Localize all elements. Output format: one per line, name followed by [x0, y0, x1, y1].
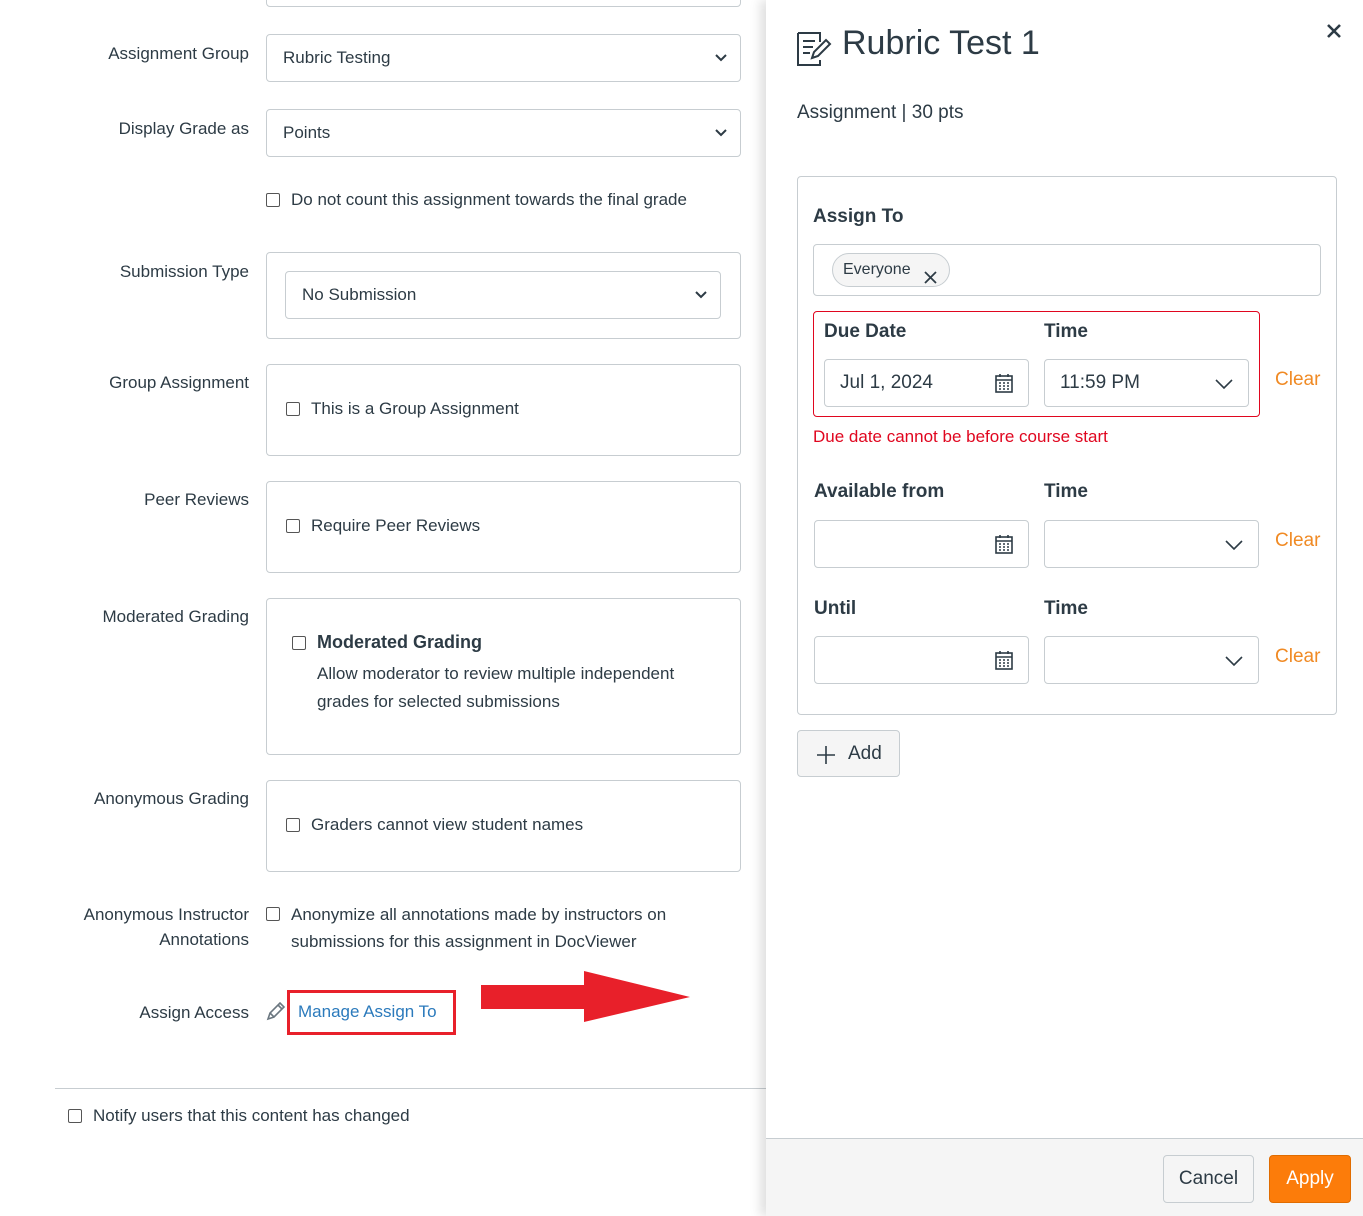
anon-annotations-checkbox-row[interactable]: Anonymize all annotations made by instru… [266, 902, 666, 955]
assign-access-label: Assign Access [139, 1003, 249, 1022]
manage-assign-to-link[interactable]: Manage Assign To [298, 999, 437, 1024]
due-date-label: Due Date [824, 321, 907, 342]
assignment-group-value: Rubric Testing [283, 48, 391, 67]
due-time-select[interactable]: 11:59 PM [1044, 359, 1249, 407]
anonymous-grading-label: Anonymous Grading [94, 789, 249, 808]
moderated-grading-checkbox-label: Moderated Grading [317, 632, 483, 652]
until-clear-link[interactable]: Clear [1275, 646, 1320, 668]
available-time-select[interactable] [1044, 520, 1259, 568]
assign-to-label: Assign To [813, 206, 904, 227]
until-time-select[interactable] [1044, 636, 1259, 684]
until-input[interactable] [814, 636, 1029, 684]
anon-annotations-text-line2: submissions for this assignment in DocVi… [291, 932, 637, 951]
assignee-pill: Everyone [832, 253, 950, 287]
cancel-button[interactable]: Cancel [1163, 1155, 1254, 1203]
anon-annotations-label: Anonymous Instructor Annotations [84, 902, 249, 952]
no-count-checkbox[interactable] [266, 192, 280, 207]
available-from-input[interactable] [814, 520, 1029, 568]
clipped-field[interactable] [266, 0, 741, 7]
available-from-label: Available from [814, 481, 945, 502]
due-date-error-message: Due date cannot be before course start [813, 427, 1108, 446]
anon-annotations-label-line1: Anonymous Instructor [83, 905, 249, 924]
anonymous-grading-checkbox[interactable] [286, 817, 300, 832]
available-from-clear-link[interactable]: Clear [1275, 530, 1320, 552]
close-icon[interactable] [1325, 22, 1343, 40]
chevron-down-icon [1224, 654, 1244, 667]
moderated-grading-checkbox-row[interactable]: Moderated Grading [292, 630, 482, 655]
anonymous-grading-checkbox-row[interactable]: Graders cannot view student names [286, 812, 583, 837]
remove-x-icon[interactable] [923, 264, 937, 284]
group-assignment-label: Group Assignment [109, 373, 249, 392]
available-time-label: Time [1044, 481, 1089, 502]
assignment-edit-icon [796, 30, 832, 68]
calendar-icon[interactable] [995, 650, 1013, 670]
display-grade-value: Points [283, 123, 331, 142]
annotation-arrow [481, 971, 690, 1022]
until-time-label: Time [1044, 598, 1089, 619]
due-date-clear-link[interactable]: Clear [1275, 369, 1320, 391]
due-date-value: Jul 1, 2024 [840, 372, 933, 393]
chevron-down-icon [694, 272, 708, 318]
due-time-label: Time [1044, 321, 1089, 342]
due-date-input[interactable]: Jul 1, 2024 [824, 359, 1029, 407]
assignee-pill-label: Everyone [843, 261, 911, 278]
moderated-grading-checkbox[interactable] [292, 635, 306, 650]
add-button[interactable]: Add [797, 730, 900, 777]
assignment-group-label: Assignment Group [108, 44, 249, 63]
notify-checkbox[interactable] [68, 1108, 82, 1123]
peer-reviews-checkbox-row[interactable]: Require Peer Reviews [286, 513, 480, 538]
calendar-icon[interactable] [995, 373, 1013, 393]
display-grade-label: Display Grade as [118, 119, 249, 138]
notify-checkbox-row[interactable]: Notify users that this content has chang… [68, 1103, 410, 1128]
anon-annotations-checkbox-label: Anonymize all annotations made by instru… [291, 901, 666, 955]
anon-annotations-text-line1: Anonymize all annotations made by instru… [291, 905, 667, 924]
tray-title: Rubric Test 1 [842, 24, 1040, 62]
assign-to-tray: Rubric Test 1 Assignment | 30 pts Assign… [766, 0, 1363, 1216]
anon-annotations-label-line2: Annotations [159, 930, 249, 949]
assign-to-input[interactable]: Everyone [813, 244, 1321, 296]
plus-icon [816, 745, 836, 765]
until-label: Until [814, 598, 857, 619]
submission-type-label: Submission Type [119, 262, 249, 281]
group-assignment-checkbox-label: This is a Group Assignment [311, 399, 519, 418]
add-button-label: Add [848, 743, 882, 764]
chevron-down-icon [714, 110, 728, 156]
moderated-grading-label: Moderated Grading [102, 607, 249, 626]
assignment-group-select[interactable]: Rubric Testing [266, 34, 741, 82]
due-time-value: 11:59 PM [1060, 372, 1140, 393]
submission-type-value: No Submission [302, 285, 417, 304]
peer-reviews-checkbox[interactable] [286, 518, 300, 533]
chevron-down-icon [1224, 538, 1244, 551]
anonymous-grading-checkbox-label: Graders cannot view student names [311, 815, 584, 834]
group-assignment-checkbox[interactable] [286, 401, 300, 416]
assignment-edit-form: Assignment Group Rubric Testing Display … [0, 0, 766, 1216]
calendar-icon[interactable] [995, 534, 1013, 554]
form-divider [55, 1088, 766, 1089]
anon-annotations-checkbox[interactable] [266, 907, 280, 921]
moderated-grading-description: Allow moderator to review multiple indep… [317, 664, 675, 711]
tray-subtitle: Assignment | 30 pts [797, 102, 964, 123]
chevron-down-icon [1214, 377, 1234, 390]
group-assignment-checkbox-row[interactable]: This is a Group Assignment [286, 396, 519, 421]
no-count-label: Do not count this assignment towards the… [291, 190, 687, 209]
chevron-down-icon [714, 35, 728, 81]
peer-reviews-label: Peer Reviews [144, 490, 249, 509]
display-grade-select[interactable]: Points [266, 109, 741, 157]
pencil-icon [265, 1000, 287, 1022]
peer-reviews-checkbox-label: Require Peer Reviews [311, 516, 481, 535]
notify-label: Notify users that this content has chang… [93, 1106, 410, 1125]
apply-button[interactable]: Apply [1269, 1155, 1351, 1203]
no-count-checkbox-row[interactable]: Do not count this assignment towards the… [266, 187, 687, 212]
submission-type-select[interactable]: No Submission [285, 271, 721, 319]
tray-footer: Cancel Apply [766, 1138, 1363, 1216]
